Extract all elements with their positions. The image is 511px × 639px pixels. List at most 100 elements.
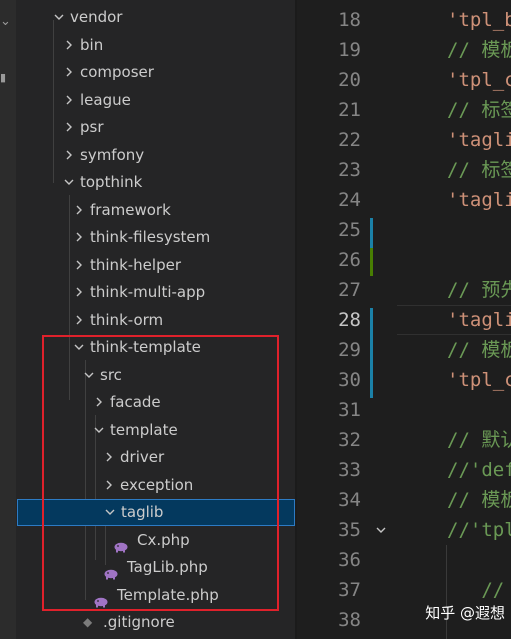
code-text: // 默认 bbox=[447, 429, 511, 451]
tree-folder-item[interactable]: framework bbox=[16, 197, 295, 224]
line-number: 35 bbox=[338, 519, 361, 541]
chevron-right-icon[interactable] bbox=[63, 59, 77, 86]
code-line[interactable]: 18 'tpl_b bbox=[297, 5, 511, 35]
line-number: 38 bbox=[338, 609, 361, 631]
code-line[interactable]: 21 // 标签 bbox=[297, 95, 511, 125]
tree-file-item[interactable]: ◆ .gitignore bbox=[16, 609, 295, 636]
tree-item-label: TagLib.php bbox=[127, 558, 208, 576]
code-line[interactable]: 24 'tagli bbox=[297, 185, 511, 215]
chevron-right-icon[interactable] bbox=[73, 224, 87, 251]
chevron-right-icon[interactable] bbox=[73, 252, 87, 279]
code-line[interactable]: 19 // 模板 bbox=[297, 35, 511, 65]
code-line[interactable]: 27 // 预先 bbox=[297, 275, 511, 305]
tree-folder-item[interactable]: league bbox=[16, 87, 295, 114]
chevron-right-icon[interactable] bbox=[73, 279, 87, 306]
tree-item-label: bin bbox=[80, 35, 104, 54]
line-number: 32 bbox=[338, 429, 361, 451]
tree-file-item[interactable]: TagLib.php bbox=[16, 554, 295, 581]
chevron-down-icon[interactable] bbox=[63, 169, 77, 196]
code-line[interactable]: 34 // 模板 bbox=[297, 485, 511, 515]
tree-folder-item[interactable]: think-helper bbox=[16, 252, 295, 279]
code-line[interactable]: 33 //'def bbox=[297, 455, 511, 485]
tree-folder-item[interactable]: topthink bbox=[16, 169, 295, 196]
code-text: // 模板 bbox=[447, 339, 511, 361]
line-number: 29 bbox=[338, 339, 361, 361]
code-line[interactable]: 26 bbox=[297, 245, 511, 275]
chevron-down-icon[interactable] bbox=[83, 362, 97, 389]
git-diamond-icon: ◆ bbox=[83, 615, 93, 629]
chevron-right-icon[interactable] bbox=[93, 389, 107, 416]
code-line[interactable]: 36 bbox=[297, 545, 511, 575]
line-number: 20 bbox=[338, 69, 361, 91]
file-explorer: vendor bin composer league psr symfony topthin… bbox=[16, 0, 296, 639]
tree-item-label: src bbox=[100, 365, 122, 384]
chevron-down-icon[interactable] bbox=[73, 334, 87, 361]
chevron-right-icon[interactable] bbox=[73, 307, 87, 334]
chevron-right-icon[interactable] bbox=[73, 197, 87, 224]
line-number: 23 bbox=[338, 159, 361, 181]
php-elephant-icon bbox=[103, 562, 119, 580]
code-line[interactable]: 25 bbox=[297, 215, 511, 245]
tree-item-label: think-orm bbox=[90, 310, 164, 329]
chevron-down-icon[interactable] bbox=[53, 4, 67, 31]
code-line[interactable]: 23 // 标签 bbox=[297, 155, 511, 185]
code-line[interactable]: 29 // 模板 bbox=[297, 335, 511, 365]
code-text: 'tpl_b bbox=[447, 9, 511, 31]
chevron-right-icon[interactable] bbox=[63, 87, 77, 114]
tree-folder-item[interactable]: think-orm bbox=[16, 307, 295, 334]
chevron-down-icon[interactable] bbox=[104, 499, 118, 526]
code-line[interactable]: 31 bbox=[297, 395, 511, 425]
code-text: // 标签 bbox=[447, 99, 511, 121]
line-number: 36 bbox=[338, 549, 361, 571]
chevron-right-icon[interactable] bbox=[63, 142, 77, 169]
tree-item-label: .gitignore bbox=[103, 613, 175, 631]
code-line[interactable]: 30 'tpl_c bbox=[297, 365, 511, 395]
tree-folder-item[interactable]: facade bbox=[16, 389, 295, 416]
collapse-icon[interactable]: ⌄ bbox=[0, 14, 11, 30]
tree-folder-item[interactable]: bin bbox=[16, 32, 295, 59]
code-line[interactable]: 32 // 默认 bbox=[297, 425, 511, 455]
tree-folder-item[interactable]: think-template bbox=[16, 334, 295, 361]
tree-folder-item[interactable]: vendor bbox=[16, 4, 295, 31]
tree-folder-item[interactable]: psr bbox=[16, 114, 295, 141]
tree-folder-item[interactable]: driver bbox=[16, 444, 295, 471]
tree-item-label: facade bbox=[110, 393, 161, 411]
tree-folder-item[interactable]: exception bbox=[16, 472, 295, 499]
tree-folder-item[interactable]: symfony bbox=[16, 142, 295, 169]
code-line[interactable]: 35 //'tpl bbox=[297, 515, 511, 545]
code-editor[interactable]: 18 'tpl_b 19 // 模板 20 'tpl_c 21 // 标签 22 'tagli 23… bbox=[297, 0, 511, 639]
tree-item-label: topthink bbox=[80, 173, 143, 191]
tree-folder-item[interactable]: taglib bbox=[17, 499, 295, 526]
code-text: 'tagli bbox=[447, 129, 511, 151]
tree-folder-item[interactable]: template bbox=[16, 417, 295, 444]
code-line[interactable]: 37 // bbox=[297, 575, 511, 605]
chevron-down-icon[interactable] bbox=[93, 417, 107, 444]
line-number: 25 bbox=[338, 219, 361, 241]
tree-file-item[interactable]: Cx.php bbox=[16, 527, 295, 554]
code-text: 'tagli bbox=[447, 189, 511, 211]
code-line[interactable]: 20 'tpl_c bbox=[297, 65, 511, 95]
line-number: 18 bbox=[338, 9, 361, 31]
tree-item-label: think-helper bbox=[90, 255, 181, 274]
tree-item-label: template bbox=[110, 420, 178, 439]
fold-chevron-icon[interactable] bbox=[374, 522, 388, 536]
code-line[interactable]: 22 'tagli bbox=[297, 125, 511, 155]
line-number: 33 bbox=[338, 459, 361, 481]
chevron-right-icon[interactable] bbox=[63, 32, 77, 59]
line-number: 26 bbox=[338, 249, 361, 271]
tree-folder-item[interactable]: composer bbox=[16, 59, 295, 86]
tree-folder-item[interactable]: think-multi-app bbox=[16, 279, 295, 306]
tree-folder-item[interactable]: src bbox=[16, 362, 295, 389]
line-number: 24 bbox=[338, 189, 361, 211]
tree-item-label: league bbox=[80, 90, 131, 109]
tree-file-item[interactable]: Template.php bbox=[16, 582, 295, 609]
code-text: 'tpl_c bbox=[447, 69, 511, 91]
code-line[interactable]: 28 'tagli bbox=[297, 305, 511, 335]
activity-bar: ⌄ ▮ bbox=[0, 0, 16, 639]
chevron-right-icon[interactable] bbox=[103, 472, 117, 499]
tree-folder-item[interactable]: think-filesystem bbox=[16, 224, 295, 251]
chevron-right-icon[interactable] bbox=[103, 444, 117, 471]
chevron-right-icon[interactable] bbox=[63, 114, 77, 141]
php-elephant-icon bbox=[113, 535, 129, 552]
bracket-icon[interactable]: ▮ bbox=[0, 70, 6, 86]
